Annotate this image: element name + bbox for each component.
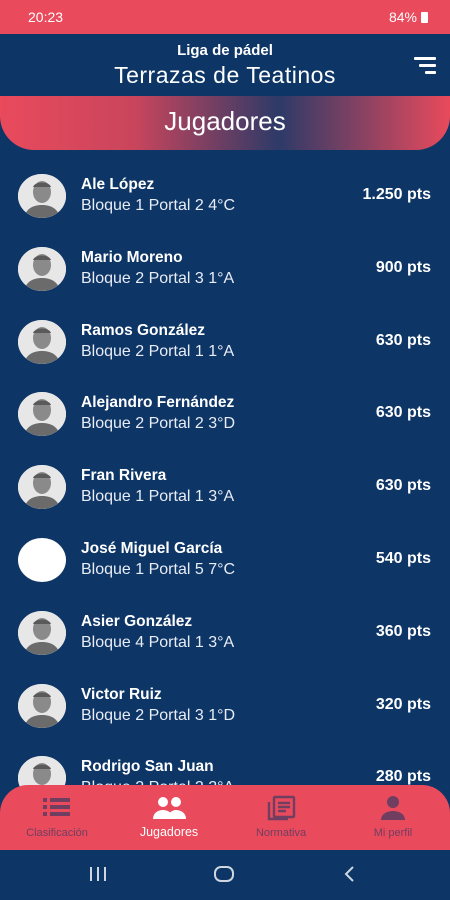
player-name: Ramos González — [81, 321, 206, 339]
avatar — [18, 465, 66, 510]
player-row[interactable]: Mario Moreno Bloque 2 Portal 3 1°A 900 pts — [0, 233, 450, 306]
player-row[interactable]: José Miguel García Bloque 1 Portal 5 7°C 5… — [0, 524, 450, 597]
sort-icon — [414, 57, 436, 60]
battery-status: 84% — [389, 9, 428, 25]
player-name: Fran Rivera — [81, 467, 167, 485]
player-row[interactable]: Alejandro Fernández Bloque 2 Portal 2 3°D… — [0, 378, 450, 451]
avatar — [18, 610, 66, 655]
battery-percent: 84% — [388, 9, 417, 25]
battery-icon — [421, 11, 428, 23]
player-row[interactable]: Fran Rivera Bloque 1 Portal 1 3°A 630 pts — [0, 451, 450, 524]
avatar-blank — [18, 537, 66, 582]
nav-label-clasificacion: Clasificación — [26, 827, 88, 839]
system-navigation-bar — [0, 850, 450, 900]
home-icon[interactable] — [213, 865, 235, 883]
person-icon — [18, 174, 66, 218]
group-icon — [153, 797, 186, 819]
nav-clasificacion[interactable]: Clasificación — [1, 785, 113, 850]
player-address: Bloque 2 Portal 2 3°D — [81, 415, 236, 433]
player-address: Bloque 2 Portal 3 1°A — [81, 269, 235, 287]
player-name: Victor Ruiz — [81, 685, 162, 703]
player-points: 630 pts — [375, 404, 431, 422]
player-points: 630 pts — [375, 331, 431, 349]
player-name: Asier González — [81, 612, 193, 630]
player-name: Alejandro Fernández — [81, 394, 235, 412]
person-icon — [18, 319, 66, 364]
player-name: Rodrigo San Juan — [81, 758, 214, 776]
avatar — [18, 246, 66, 291]
player-points: 280 pts — [375, 768, 431, 786]
player-row[interactable]: Asier González Bloque 4 Portal 1 3°A 360 p… — [0, 597, 450, 670]
league-subtitle: Liga de pádel — [177, 42, 273, 59]
nav-label-jugadores: Jugadores — [139, 825, 199, 839]
player-address: Bloque 4 Portal 1 3°A — [81, 633, 235, 651]
section-banner: Jugadores — [0, 96, 450, 150]
player-address: Bloque 1 Portal 5 7°C — [81, 560, 236, 578]
app-header: Liga de pádel Terrazas de Teatinos — [0, 34, 450, 104]
section-title: Jugadores — [164, 106, 286, 136]
avatar — [18, 319, 66, 364]
sort-icon-bar-2 — [419, 64, 436, 67]
person-icon — [18, 465, 66, 510]
player-address: Bloque 2 Portal 1 1°A — [81, 342, 235, 360]
player-points: 1.250 pts — [362, 186, 431, 203]
person-icon — [381, 796, 405, 820]
nav-label-normativa: Normativa — [255, 827, 307, 839]
nav-jugadores[interactable]: Jugadores — [113, 785, 225, 850]
sort-icon-bar-3 — [425, 71, 436, 74]
player-name: José Miguel García — [81, 539, 223, 557]
avatar — [18, 683, 66, 728]
list-icon — [43, 798, 70, 816]
player-points: 630 pts — [375, 477, 431, 495]
status-bar: 20:23 84% — [0, 0, 450, 34]
nav-label-mi-perfil: Mi perfil — [373, 827, 413, 839]
person-icon — [18, 246, 66, 291]
player-points: 320 pts — [375, 695, 431, 713]
player-points: 900 pts — [375, 258, 431, 276]
player-name: Ale López — [81, 176, 155, 193]
status-time: 20:23 — [28, 9, 64, 25]
back-icon[interactable] — [342, 865, 356, 883]
newspaper-icon — [267, 795, 296, 821]
player-row[interactable]: Ale López Bloque 1 Portal 2 4°C 1.250 pts — [0, 160, 450, 233]
person-icon — [18, 610, 66, 655]
player-address: Bloque 1 Portal 1 3°A — [81, 488, 235, 506]
person-icon — [18, 683, 66, 728]
player-row[interactable]: Victor Ruiz Bloque 2 Portal 3 1°D 320 pts — [0, 670, 450, 743]
bottom-navigation: Clasificación Jugadores Normativa Mi per… — [0, 785, 450, 850]
player-points: 360 pts — [375, 622, 431, 640]
nav-mi-perfil[interactable]: Mi perfil — [337, 785, 449, 850]
person-icon — [18, 392, 66, 437]
player-list[interactable]: Ale López Bloque 1 Portal 2 4°C 1.250 pts M… — [0, 160, 450, 800]
sort-filter-button[interactable] — [410, 54, 436, 76]
avatar — [18, 174, 66, 218]
player-name: Mario Moreno — [81, 248, 183, 266]
player-address: Bloque 2 Portal 3 1°D — [81, 706, 236, 724]
player-points: 540 pts — [375, 549, 431, 567]
page-title: Terrazas de Teatinos — [114, 62, 336, 88]
nav-normativa[interactable]: Normativa — [225, 785, 337, 850]
player-address: Bloque 1 Portal 2 4°C — [81, 197, 236, 214]
player-row[interactable]: Ramos González Bloque 2 Portal 1 1°A 630 p… — [0, 306, 450, 379]
recents-icon[interactable] — [89, 865, 107, 883]
avatar — [18, 392, 66, 437]
